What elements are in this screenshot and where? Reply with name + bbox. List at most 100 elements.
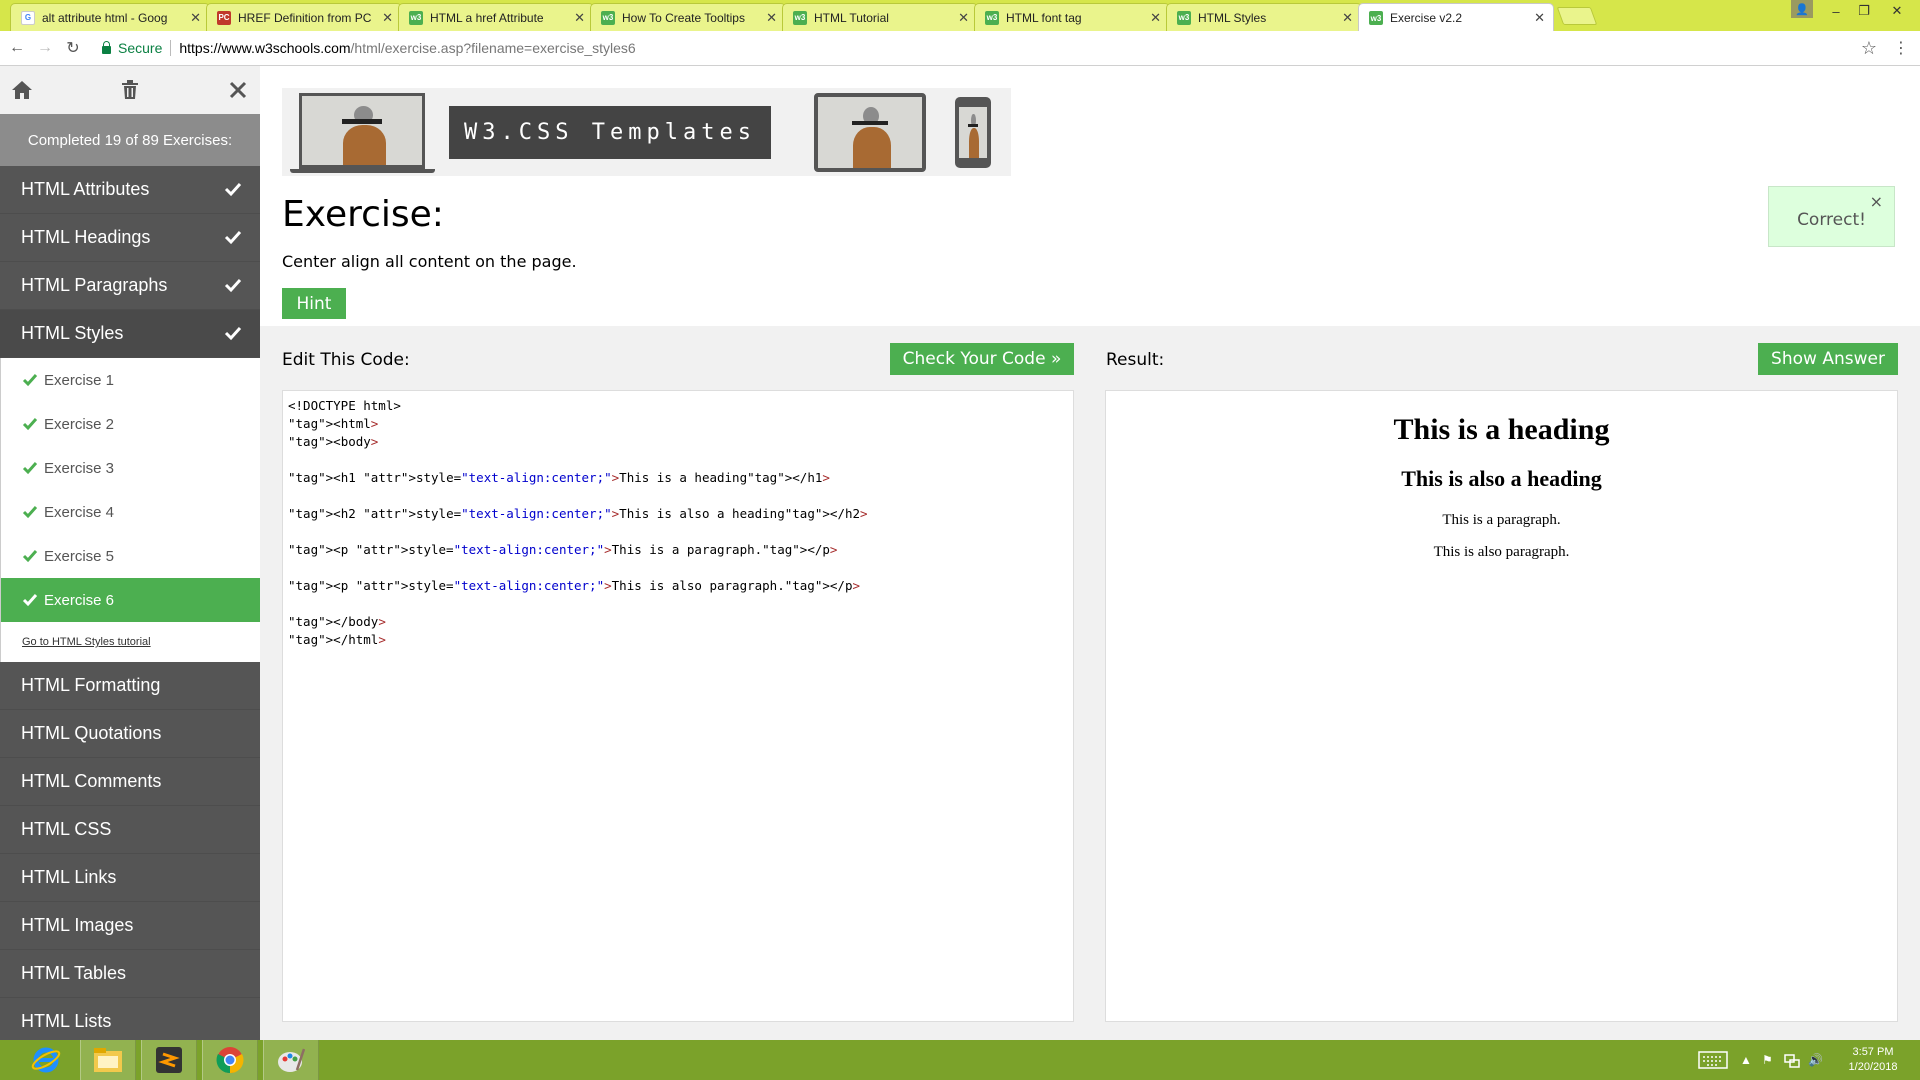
- forward-icon[interactable]: →: [34, 37, 56, 59]
- exercise-workspace: Edit This Code: Check Your Code » <!DOCT…: [260, 326, 1920, 1040]
- result-frame: This is a heading This is also a heading…: [1105, 390, 1898, 1022]
- new-tab-button[interactable]: [1556, 7, 1598, 25]
- templates-banner-ad[interactable]: W3.CSS Templates: [282, 88, 1011, 176]
- check-icon: [22, 594, 38, 607]
- omnibox-divider: [170, 40, 172, 56]
- code-editor[interactable]: <!DOCTYPE html> "tag"><html> "tag"><body> "…: [282, 390, 1074, 1022]
- touch-keyboard-icon[interactable]: [1698, 1040, 1728, 1080]
- exercise-item[interactable]: Exercise 1: [1, 358, 260, 402]
- show-answer-button[interactable]: Show Answer: [1758, 343, 1898, 375]
- restore-icon[interactable]: ❐: [1850, 0, 1878, 22]
- system-clock[interactable]: 3:57 PM 1/20/2018: [1840, 1045, 1906, 1075]
- minimize-icon[interactable]: –: [1822, 0, 1850, 22]
- exercise-description: Center align all content on the page.: [282, 252, 577, 271]
- url-field[interactable]: Secure https://www.w3schools.com/html/ex…: [94, 35, 1888, 61]
- browser-tab[interactable]: w3 How To Create Tooltips ✕: [590, 3, 786, 31]
- tab-close-icon[interactable]: ✕: [574, 10, 585, 26]
- browser-tab[interactable]: w3 HTML a href Attribute ✕: [398, 3, 594, 31]
- exercise-item[interactable]: Exercise 5: [1, 534, 260, 578]
- sidebar-item-paragraphs[interactable]: HTML Paragraphs: [0, 262, 260, 310]
- tab-title: Exercise v2.2: [1390, 11, 1463, 25]
- sidebar-item-formatting[interactable]: HTML Formatting: [0, 662, 260, 710]
- bookmark-star-icon[interactable]: ☆: [1858, 37, 1880, 59]
- menu-icon[interactable]: ⋮: [1890, 37, 1912, 59]
- google-icon: G: [21, 10, 35, 25]
- network-icon[interactable]: [1784, 1040, 1800, 1080]
- exercise-label: Exercise 2: [44, 415, 115, 433]
- code-line: "tag"><h1 "attr">style="text-align:cente…: [288, 470, 830, 485]
- sidebar-item-label: HTML Headings: [21, 227, 151, 247]
- sidebar-item-label: HTML Links: [21, 867, 117, 887]
- file-explorer-icon[interactable]: [80, 1040, 136, 1080]
- exercise-label: Exercise 3: [44, 459, 115, 477]
- code-line: "tag"><p "attr">style="text-align:center…: [288, 542, 838, 557]
- sidebar-item-quotations[interactable]: HTML Quotations: [0, 710, 260, 758]
- back-icon[interactable]: ←: [6, 37, 28, 59]
- user-profile-icon[interactable]: 👤: [1791, 0, 1813, 18]
- internet-explorer-icon[interactable]: [18, 1040, 74, 1080]
- browser-tab[interactable]: PC HREF Definition from PC ✕: [206, 3, 402, 31]
- sidebar-item-tables[interactable]: HTML Tables: [0, 950, 260, 998]
- home-icon[interactable]: [8, 76, 36, 104]
- sidebar-item-label: HTML CSS: [21, 819, 112, 839]
- tab-close-icon[interactable]: ✕: [766, 10, 777, 26]
- check-icon: [224, 278, 242, 293]
- reload-icon[interactable]: ↻: [62, 37, 84, 59]
- code-line: "tag"></body>: [288, 614, 386, 629]
- correct-text: Correct!: [1797, 209, 1866, 230]
- close-icon[interactable]: [224, 76, 252, 104]
- sidebar-item-css[interactable]: HTML CSS: [0, 806, 260, 854]
- tab-close-icon[interactable]: ✕: [1150, 10, 1161, 26]
- secure-label: Secure: [118, 40, 163, 56]
- exercise-item[interactable]: Exercise 3: [1, 446, 260, 490]
- trash-icon[interactable]: [116, 76, 144, 104]
- check-icon: [224, 230, 242, 245]
- exercise-label: Exercise 6: [44, 591, 115, 609]
- chrome-icon[interactable]: [202, 1040, 258, 1080]
- exercise-label: Exercise 1: [44, 371, 115, 389]
- tablet-mockup-image: [814, 93, 926, 172]
- browser-tab[interactable]: w3 HTML Tutorial ✕: [782, 3, 978, 31]
- sidebar-item-images[interactable]: HTML Images: [0, 902, 260, 950]
- tab-close-icon[interactable]: ✕: [1534, 10, 1545, 26]
- address-bar: ← → ↻ Secure https://www.w3schools.com/h…: [0, 31, 1920, 66]
- sidebar-item-attributes[interactable]: HTML Attributes: [0, 166, 260, 214]
- paint-icon[interactable]: [263, 1040, 319, 1080]
- browser-tab[interactable]: G alt attribute html - Goog ✕: [10, 3, 210, 31]
- sidebar-item-comments[interactable]: HTML Comments: [0, 758, 260, 806]
- tab-close-icon[interactable]: ✕: [958, 10, 969, 26]
- check-icon: [224, 182, 242, 197]
- tab-close-icon[interactable]: ✕: [190, 10, 201, 26]
- secure-indicator[interactable]: Secure: [94, 40, 162, 56]
- exercise-item[interactable]: Exercise 4: [1, 490, 260, 534]
- sidebar-item-label: HTML Attributes: [21, 179, 150, 199]
- browser-tab[interactable]: w3 HTML font tag ✕: [974, 3, 1170, 31]
- w3-icon: w3: [409, 10, 423, 25]
- code-line: "tag"><h2 "attr">style="text-align:cente…: [288, 506, 868, 521]
- browser-tab-active[interactable]: w3 Exercise v2.2 ✕: [1358, 3, 1554, 31]
- hint-button[interactable]: Hint: [282, 288, 346, 319]
- check-code-button[interactable]: Check Your Code »: [890, 343, 1074, 375]
- volume-icon[interactable]: 🔊: [1808, 1040, 1823, 1080]
- tab-title: HTML font tag: [1006, 10, 1082, 25]
- sidebar-item-links[interactable]: HTML Links: [0, 854, 260, 902]
- exercise-item[interactable]: Exercise 2: [1, 402, 260, 446]
- close-icon[interactable]: ×: [1870, 192, 1883, 211]
- tab-close-icon[interactable]: ✕: [1342, 10, 1353, 26]
- exercise-list: Exercise 1 Exercise 2 Exercise 3 Exercis…: [0, 358, 260, 662]
- sidebar-item-label: HTML Images: [21, 915, 134, 935]
- result-heading-1: This is a heading: [1393, 413, 1610, 446]
- tab-close-icon[interactable]: ✕: [382, 10, 393, 26]
- tutorial-link[interactable]: Go to HTML Styles tutorial: [1, 622, 260, 662]
- sidebar-item-styles[interactable]: HTML Styles: [0, 310, 260, 358]
- close-window-icon[interactable]: ✕: [1880, 0, 1914, 22]
- show-hidden-icons[interactable]: ▲: [1740, 1040, 1752, 1080]
- result-paragraph-2: This is also paragraph.: [1433, 544, 1570, 560]
- exercise-item-active[interactable]: Exercise 6: [1, 578, 260, 622]
- sidebar-item-lists[interactable]: HTML Lists: [0, 998, 260, 1040]
- sidebar-item-headings[interactable]: HTML Headings: [0, 214, 260, 262]
- sublime-text-icon[interactable]: [141, 1040, 197, 1080]
- browser-tab[interactable]: w3 HTML Styles ✕: [1166, 3, 1362, 31]
- action-center-flag-icon[interactable]: ⚑: [1762, 1040, 1773, 1080]
